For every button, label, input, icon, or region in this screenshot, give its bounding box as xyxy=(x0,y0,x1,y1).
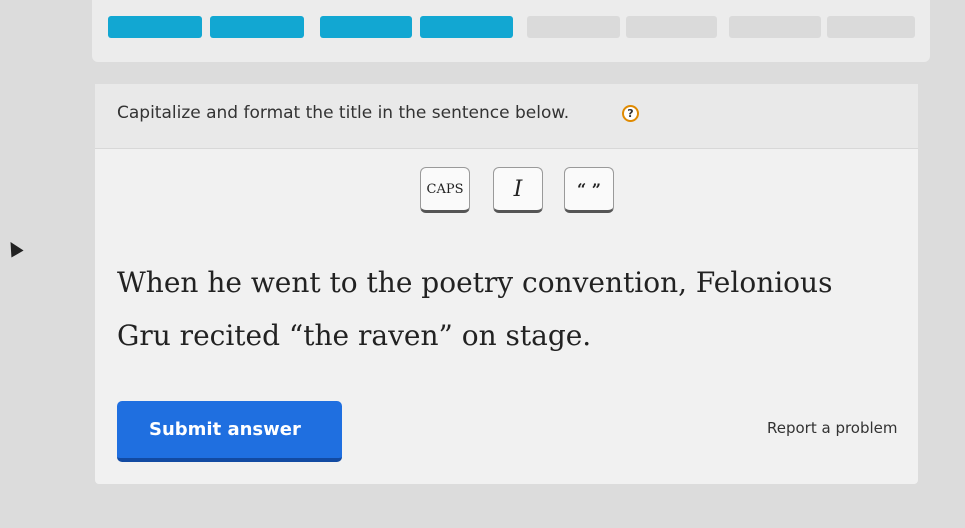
report-problem-link[interactable]: Report a problem xyxy=(767,419,898,437)
question-card: Capitalize and format the title in the s… xyxy=(95,84,918,484)
italic-button[interactable]: I xyxy=(493,167,543,213)
progress-segment-filled xyxy=(210,16,304,38)
mouse-cursor-icon xyxy=(4,238,24,258)
submit-answer-button[interactable]: Submit answer xyxy=(117,401,342,462)
caps-button[interactable]: CAPS xyxy=(420,167,470,213)
quotes-button[interactable]: “ ” xyxy=(564,167,614,213)
progress-segment-filled xyxy=(108,16,202,38)
question-header: Capitalize and format the title in the s… xyxy=(95,84,918,149)
progress-segment-empty xyxy=(626,16,717,38)
progress-bar xyxy=(92,0,930,62)
progress-segment-filled xyxy=(420,16,513,38)
progress-segment-filled xyxy=(320,16,412,38)
question-prompt: Capitalize and format the title in the s… xyxy=(117,103,570,123)
editable-sentence[interactable]: When he went to the poetry convention, F… xyxy=(117,256,877,362)
help-icon[interactable]: ? xyxy=(622,105,639,122)
progress-segment-empty xyxy=(729,16,821,38)
progress-segment-empty xyxy=(527,16,620,38)
progress-segment-empty xyxy=(827,16,915,38)
